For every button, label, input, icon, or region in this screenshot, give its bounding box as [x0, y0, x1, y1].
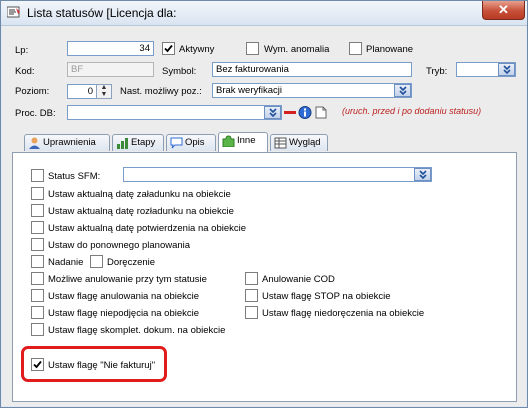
wym-anomalia-label: Wym. anomalia [264, 44, 330, 55]
proc-db-dropdown-button[interactable] [264, 106, 281, 119]
wym-anomalia-checkbox[interactable] [246, 42, 259, 55]
flaga-skomplet-checkbox[interactable] [31, 323, 44, 336]
doreczenie-label: Doręczenie [107, 257, 156, 268]
tab-uprawnienia-label: Uprawnienia [43, 137, 96, 148]
flaga-skomplet-label: Ustaw flagę skomplet. dokum. na obiekcie [48, 325, 226, 336]
window-title: Lista statusów [Licencja dla: [27, 6, 177, 20]
checkmark-icon [164, 44, 173, 53]
document-icon[interactable] [314, 106, 328, 119]
anulowanie-cod-label: Anulowanie COD [262, 274, 335, 285]
steps-icon [117, 138, 128, 149]
flaga-stop-checkbox[interactable] [245, 289, 258, 302]
delete-icon[interactable] [283, 106, 297, 119]
tab-strip: Uprawnienia Etapy Opis Inne Wygląd [12, 132, 512, 152]
lp-field[interactable]: 34 [67, 41, 154, 56]
potwierdzenie-label: Ustaw aktualną datę potwierdzenia na obi… [48, 223, 247, 234]
users-icon [29, 137, 40, 149]
chevron-down-icon [269, 108, 277, 118]
tab-wyglad[interactable]: Wygląd [270, 134, 328, 151]
table-icon [274, 137, 287, 149]
nast-dropdown-button[interactable] [394, 84, 411, 97]
ponowne-planowanie-label: Ustaw do ponownego planowania [48, 240, 191, 251]
flaga-anulowania-checkbox[interactable] [31, 289, 44, 302]
flaga-niepodjecia-checkbox[interactable] [31, 306, 44, 319]
zaladunek-checkbox[interactable] [31, 187, 44, 200]
nadanie-checkbox[interactable] [31, 255, 44, 268]
proc-db-note: (uruch. przed i po dodaniu statusu) [342, 106, 482, 116]
flaga-stop-label: Ustaw flagę STOP na obiekcie [262, 291, 391, 302]
tab-inne[interactable]: Inne [218, 132, 268, 152]
poziom-field[interactable]: 0 [67, 84, 97, 99]
form-body: Lp: 34 Aktywny Wym. anomalia Planowane K… [2, 26, 526, 406]
proc-db-label: Proc. DB: [15, 108, 56, 119]
tryb-dropdown-button[interactable] [498, 63, 515, 76]
planowane-checkbox[interactable] [349, 42, 362, 55]
symbol-label: Symbol: [162, 66, 197, 77]
flaga-niedoreczenia-checkbox[interactable] [245, 306, 258, 319]
zaladunek-label: Ustaw aktualną datę załadunku na obiekci… [48, 189, 231, 200]
status-list-window: Lista statusów [Licencja dla: ✕ Lp: 34 A… [0, 0, 528, 408]
chevron-down-icon [503, 65, 511, 75]
highlight-annotation [21, 346, 167, 382]
symbol-field[interactable]: Bez fakturowania [212, 62, 412, 77]
aktywny-checkbox[interactable] [162, 42, 175, 55]
puzzle-icon [222, 135, 235, 147]
info-icon[interactable] [298, 106, 312, 119]
status-sfm-dropdown-button[interactable] [414, 168, 431, 181]
anulowanie-cod-checkbox[interactable] [245, 272, 258, 285]
chevron-down-icon [419, 170, 427, 180]
ponowne-planowanie-checkbox[interactable] [31, 238, 44, 251]
nadanie-label: Nadanie [48, 257, 84, 268]
tab-opis-label: Opis [185, 137, 205, 148]
close-button[interactable]: ✕ [482, 1, 525, 20]
status-sfm-checkbox[interactable] [31, 169, 44, 182]
kod-label: Kod: [15, 66, 35, 77]
planowane-label: Planowane [366, 44, 414, 55]
poziom-label: Poziom: [15, 86, 50, 97]
status-sfm-dropdown[interactable] [123, 167, 432, 182]
doreczenie-checkbox[interactable] [90, 255, 103, 268]
title-bar: Lista statusów [Licencja dla: ✕ [1, 1, 527, 26]
mozliwe-anulowanie-label: Możliwe anulowanie przy tym statusie [48, 274, 207, 285]
tab-etapy-label: Etapy [131, 137, 156, 148]
tab-etapy[interactable]: Etapy [112, 134, 164, 151]
aktywny-label: Aktywny [179, 44, 215, 55]
nast-dropdown[interactable]: Brak weryfikacji [212, 83, 412, 98]
tryb-label: Tryb: [426, 66, 448, 77]
poziom-spinner[interactable]: ▲ ▼ [96, 84, 112, 99]
lp-label: Lp: [15, 45, 29, 56]
flaga-niepodjecia-label: Ustaw flagę niepodjęcia na obiekcie [48, 308, 200, 319]
flaga-anulowania-label: Ustaw flagę anulowania na obiekcie [48, 291, 200, 302]
status-sfm-label: Status SFM: [48, 171, 101, 182]
app-icon [7, 6, 20, 18]
mozliwe-anulowanie-checkbox[interactable] [31, 272, 44, 285]
rozladunek-checkbox[interactable] [31, 204, 44, 217]
tab-inne-label: Inne [237, 135, 256, 146]
tab-wyglad-label: Wygląd [289, 137, 321, 148]
tab-uprawnienia[interactable]: Uprawnienia [24, 134, 110, 151]
tab-opis[interactable]: Opis [166, 134, 216, 151]
potwierdzenie-checkbox[interactable] [31, 221, 44, 234]
kod-field[interactable]: BF [67, 62, 154, 77]
flaga-niedoreczenia-label: Ustaw flagę niedoręczenia na obiekcie [262, 308, 425, 319]
spin-down-icon[interactable]: ▼ [97, 91, 111, 98]
rozladunek-label: Ustaw aktualną datę rozładunku na obiekc… [48, 206, 234, 217]
proc-db-dropdown[interactable] [67, 105, 282, 120]
nast-label: Nast. możliwy poz.: [120, 86, 202, 97]
chevron-down-icon [399, 86, 407, 96]
speech-bubble-icon [170, 137, 183, 149]
